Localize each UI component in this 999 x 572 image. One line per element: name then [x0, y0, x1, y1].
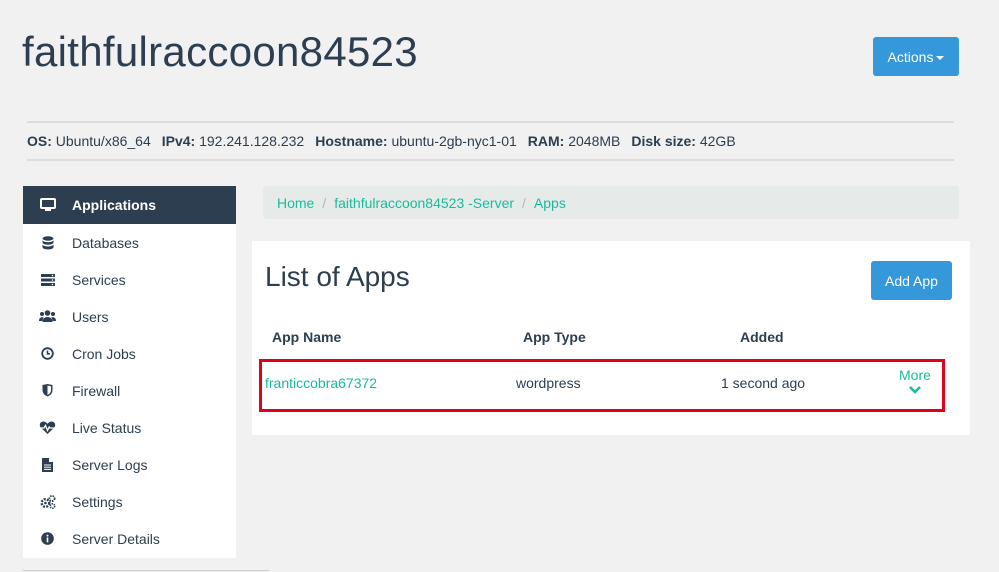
breadcrumb-separator: / — [522, 194, 526, 211]
divider — [23, 570, 269, 571]
panel-title: List of Apps — [265, 261, 410, 292]
sidebar-item-firewall[interactable]: Firewall — [23, 372, 236, 409]
chevron-down-icon — [909, 386, 921, 394]
heartbeat-icon — [23, 421, 72, 435]
sidebar-item-label: Settings — [72, 493, 123, 510]
server-info-bar: OS: Ubuntu/x86_64 IPv4: 192.241.128.232 … — [27, 121, 954, 161]
breadcrumb-separator: / — [322, 194, 327, 211]
sidebar-item-users[interactable]: Users — [23, 298, 236, 335]
column-header-app-name: App Name — [272, 329, 342, 345]
info-os: OS: Ubuntu/x86_64 — [27, 133, 151, 149]
sidebar-item-label: Server Details — [72, 530, 160, 547]
sidebar-item-label: Server Logs — [72, 456, 148, 473]
clock-icon — [23, 347, 72, 360]
server-title: faithfulraccoon84523 — [22, 28, 418, 75]
app-added: 1 second ago — [721, 375, 806, 391]
breadcrumb: Home / faithfulraccoon84523 -Server / Ap… — [263, 186, 959, 219]
shield-icon — [23, 384, 72, 397]
sidebar-item-applications[interactable]: Applications — [23, 186, 236, 224]
sidebar-item-settings[interactable]: Settings — [23, 483, 236, 520]
info-hostname: Hostname: ubuntu-2gb-nyc1-01 — [315, 133, 517, 149]
actions-button[interactable]: Actions — [873, 37, 959, 76]
breadcrumb-apps[interactable]: Apps — [534, 195, 566, 211]
breadcrumb-server[interactable]: faithfulraccoon84523 -Server — [334, 195, 514, 211]
more-label: More — [899, 367, 931, 383]
file-icon — [23, 457, 72, 472]
apps-panel: List of Apps Add App App Name App Type A… — [252, 241, 970, 435]
breadcrumb-home[interactable]: Home — [277, 195, 314, 211]
gears-icon — [23, 494, 72, 509]
sidebar-item-label: Live Status — [72, 419, 142, 436]
sidebar-item-server-details[interactable]: Server Details — [23, 520, 236, 557]
sidebar: Applications Databases Services Users Cr… — [23, 186, 236, 558]
column-header-app-type: App Type — [523, 329, 586, 345]
info-ipv4: IPv4: 192.241.128.232 — [161, 133, 305, 149]
sidebar-item-label: Users — [72, 308, 109, 325]
sidebar-item-cron-jobs[interactable]: Cron Jobs — [23, 335, 236, 372]
sidebar-item-server-logs[interactable]: Server Logs — [23, 446, 236, 483]
sidebar-item-label: Services — [72, 271, 126, 288]
sidebar-item-label: Applications — [72, 197, 157, 213]
more-toggle[interactable]: More — [899, 367, 931, 394]
column-header-added: Added — [740, 329, 784, 345]
add-app-button[interactable]: Add App — [871, 261, 952, 300]
users-icon — [23, 310, 72, 323]
server-icon — [23, 273, 72, 286]
table-row: franticcobra67372 wordpress 1 second ago… — [259, 359, 945, 412]
sidebar-item-services[interactable]: Services — [23, 261, 236, 298]
info-ram: RAM: 2048MB — [527, 133, 621, 149]
sidebar-item-label: Cron Jobs — [72, 345, 136, 362]
info-icon — [23, 532, 72, 545]
database-icon — [23, 235, 72, 250]
caret-down-icon — [936, 55, 945, 60]
actions-label: Actions — [887, 48, 934, 65]
monitor-icon — [23, 198, 72, 212]
app-name-link[interactable]: franticcobra67372 — [265, 375, 377, 391]
sidebar-item-label: Databases — [72, 234, 139, 251]
info-disk: Disk size: 42GB — [631, 133, 736, 149]
sidebar-item-live-status[interactable]: Live Status — [23, 409, 236, 446]
app-type: wordpress — [516, 375, 581, 391]
sidebar-item-label: Firewall — [72, 382, 121, 399]
sidebar-item-databases[interactable]: Databases — [23, 224, 236, 261]
